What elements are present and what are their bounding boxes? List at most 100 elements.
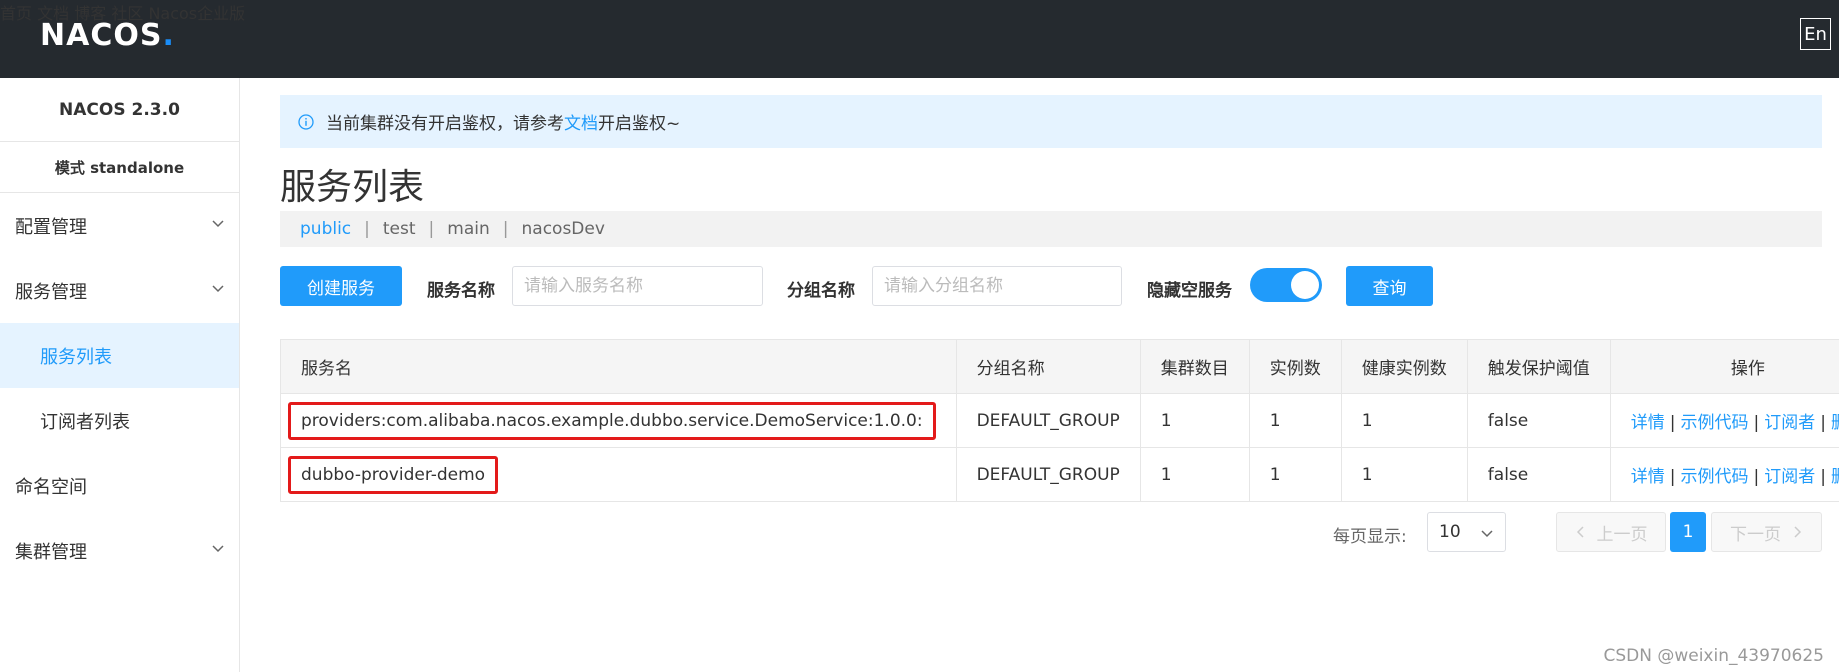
instance-count-cell: 1	[1248, 447, 1342, 502]
page-number-current[interactable]: 1	[1670, 512, 1706, 552]
sample-code-link[interactable]: 示例代码	[1681, 413, 1749, 433]
sidebar-item-service-management[interactable]: 服务管理	[0, 258, 239, 323]
healthy-count-cell: 1	[1340, 393, 1468, 448]
op-separator: |	[1820, 413, 1826, 433]
top-header: NACOS. 首页 文档 博客 社区 Nacos企业版 En	[0, 0, 1839, 78]
prev-page-button[interactable]: 上一页	[1556, 512, 1666, 552]
operations-cell: 详情|示例代码|订阅者|删除	[1609, 393, 1839, 448]
page-title: 服务列表	[280, 167, 425, 208]
operations-cell: 详情|示例代码|订阅者|删除	[1609, 447, 1839, 502]
language-toggle-button[interactable]: En	[1800, 18, 1831, 50]
auth-notice: 当前集群没有开启鉴权，请参考 文档 开启鉴权~	[280, 95, 1822, 148]
highlighted-service-name: providers:com.alibaba.nacos.example.dubb…	[288, 401, 936, 440]
notice-text-suffix: 开启鉴权~	[598, 114, 681, 134]
column-header: 健康实例数	[1340, 339, 1468, 394]
details-link[interactable]: 详情	[1631, 467, 1665, 487]
page-size-value: 10	[1439, 522, 1461, 542]
threshold-cell: false	[1466, 447, 1611, 502]
op-separator: |	[1669, 467, 1676, 487]
filter-toolbar: 创建服务 服务名称 分组名称 隐藏空服务 查询	[280, 266, 1822, 306]
column-header: 操作	[1609, 339, 1839, 394]
next-page-button[interactable]: 下一页	[1711, 512, 1822, 552]
namespace-test[interactable]: test	[383, 219, 416, 239]
column-header: 实例数	[1248, 339, 1342, 394]
healthy-count-cell: 1	[1340, 447, 1468, 502]
op-separator: |	[1753, 413, 1760, 433]
service-table: 服务名 分组名称 集群数目 实例数 健康实例数 触发保护阈值 操作 provid…	[280, 339, 1839, 502]
sidebar-item-namespace[interactable]: 命名空间	[0, 453, 239, 518]
sidebar-item-label: 配置管理	[15, 216, 87, 238]
sidebar-item-label: 命名空间	[15, 476, 87, 498]
watermark: CSDN @weixin_43970625	[1603, 646, 1824, 666]
sidebar-item-service-list[interactable]: 服务列表	[0, 323, 239, 388]
threshold-cell: false	[1466, 393, 1611, 448]
table-row: dubbo-provider-demo DEFAULT_GROUP 1 1 1 …	[280, 447, 1839, 502]
mode-label: 模式 standalone	[0, 142, 239, 193]
group-cell: DEFAULT_GROUP	[955, 393, 1141, 448]
sidebar-item-label: 服务管理	[15, 281, 87, 303]
delete-link[interactable]: 删除	[1831, 413, 1839, 433]
nacos-logo[interactable]: NACOS.	[40, 18, 175, 53]
subscribers-link[interactable]: 订阅者	[1764, 467, 1815, 487]
version-label: NACOS 2.3.0	[0, 78, 239, 142]
service-name-cell: dubbo-provider-demo	[280, 447, 957, 502]
service-name-cell: providers:com.alibaba.nacos.example.dubb…	[280, 393, 957, 448]
notice-text: 当前集群没有开启鉴权，请参考	[326, 114, 564, 134]
logo-dot: .	[162, 18, 175, 53]
sidebar-item-label: 服务列表	[40, 346, 112, 368]
chevron-down-icon	[212, 220, 224, 228]
chevron-down-icon	[1481, 530, 1493, 538]
op-separator: |	[1669, 413, 1676, 433]
column-header: 服务名	[280, 339, 957, 394]
chevron-right-icon	[1794, 526, 1802, 538]
prev-page-label: 上一页	[1596, 524, 1648, 545]
namespace-main[interactable]: main	[447, 219, 489, 239]
namespace-public[interactable]: public	[300, 219, 351, 239]
next-page-label: 下一页	[1730, 524, 1781, 545]
instance-count-cell: 1	[1248, 393, 1342, 448]
chevron-left-icon	[1576, 526, 1584, 538]
notice-doc-link[interactable]: 文档	[564, 109, 598, 134]
service-name-label: 服务名称	[427, 281, 495, 301]
cluster-count-cell: 1	[1139, 447, 1250, 502]
op-separator: |	[1820, 467, 1826, 487]
logo-text: NACOS	[40, 18, 163, 53]
hide-empty-services-label: 隐藏空服务	[1147, 281, 1232, 301]
sidebar-item-label: 订阅者列表	[40, 411, 130, 433]
subscribers-link[interactable]: 订阅者	[1764, 413, 1815, 433]
page-size-select[interactable]: 10	[1427, 512, 1506, 552]
table-header-row: 服务名 分组名称 集群数目 实例数 健康实例数 触发保护阈值 操作	[280, 339, 1839, 394]
info-icon	[298, 113, 314, 130]
nav-home[interactable]: 首页	[0, 4, 32, 23]
namespace-bar: public | test | main | nacosDev	[280, 211, 1822, 247]
namespace-nacosdev[interactable]: nacosDev	[522, 219, 605, 239]
service-name-input[interactable]	[512, 266, 763, 306]
op-separator: |	[1753, 467, 1760, 487]
hide-empty-services-toggle[interactable]	[1250, 268, 1322, 302]
sidebar-item-config-management[interactable]: 配置管理	[0, 193, 239, 258]
toggle-knob	[1291, 271, 1319, 299]
namespace-separator: |	[364, 219, 370, 239]
cluster-count-cell: 1	[1139, 393, 1250, 448]
sample-code-link[interactable]: 示例代码	[1681, 467, 1749, 487]
column-header: 集群数目	[1139, 339, 1250, 394]
sidebar-item-label: 集群管理	[15, 541, 87, 563]
group-cell: DEFAULT_GROUP	[955, 447, 1141, 502]
details-link[interactable]: 详情	[1631, 413, 1665, 433]
namespace-separator: |	[502, 219, 509, 239]
namespace-separator: |	[428, 219, 435, 239]
group-name-input[interactable]	[872, 266, 1122, 306]
group-name-label: 分组名称	[787, 281, 855, 301]
column-header: 触发保护阈值	[1466, 339, 1611, 394]
table-row: providers:com.alibaba.nacos.example.dubb…	[280, 393, 1839, 448]
create-service-button[interactable]: 创建服务	[280, 266, 402, 306]
query-button[interactable]: 查询	[1346, 266, 1433, 306]
chevron-down-icon	[212, 285, 224, 293]
sidebar: NACOS 2.3.0 模式 standalone 配置管理 服务管理 服务列表…	[0, 78, 240, 672]
highlighted-service-name: dubbo-provider-demo	[288, 455, 499, 494]
delete-link[interactable]: 删除	[1831, 467, 1839, 487]
column-header: 分组名称	[955, 339, 1141, 394]
per-page-label: 每页显示:	[1333, 527, 1407, 547]
sidebar-item-cluster-management[interactable]: 集群管理	[0, 518, 239, 583]
sidebar-item-subscriber-list[interactable]: 订阅者列表	[0, 388, 239, 453]
